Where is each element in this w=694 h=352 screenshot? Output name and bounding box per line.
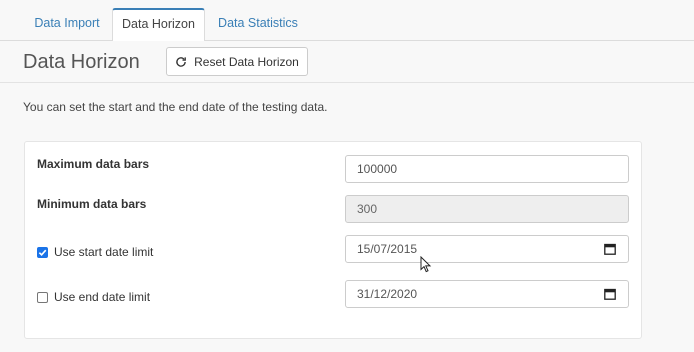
max-bars-label: Maximum data bars <box>37 157 150 171</box>
mouse-cursor-icon <box>420 256 432 273</box>
end-date-checkbox[interactable] <box>37 291 48 303</box>
reset-data-horizon-button[interactable]: Reset Data Horizon <box>166 47 308 76</box>
refresh-icon <box>176 56 187 67</box>
settings-panel: Maximum data bars 100000 Minimum data ba… <box>24 141 642 339</box>
intro-text: You can set the start and the end date o… <box>23 100 328 114</box>
min-bars-input: 300 <box>345 195 629 223</box>
reset-button-label: Reset Data Horizon <box>194 54 299 69</box>
start-date-limit-row[interactable]: Use start date limit <box>37 245 153 259</box>
calendar-icon[interactable] <box>604 243 616 255</box>
start-date-label: Use start date limit <box>54 245 154 259</box>
tab-data-import[interactable]: Data Import <box>24 8 110 41</box>
start-date-value: 15/07/2015 <box>357 242 418 256</box>
max-bars-input[interactable]: 100000 <box>345 155 629 183</box>
tab-bar: Data Import Data Horizon Data Statistics <box>0 0 694 42</box>
page-title: Data Horizon <box>23 51 140 73</box>
check-icon <box>38 249 47 256</box>
start-date-input[interactable]: 15/07/2015 <box>345 235 629 263</box>
tab-data-horizon[interactable]: Data Horizon <box>112 8 205 42</box>
start-date-checkbox[interactable] <box>37 246 48 258</box>
end-date-limit-row[interactable]: Use end date limit <box>37 290 150 304</box>
calendar-icon[interactable] <box>604 288 616 300</box>
min-bars-label: Minimum data bars <box>37 197 147 211</box>
title-bar: Data Horizon Reset Data Horizon <box>0 41 694 83</box>
end-date-label: Use end date limit <box>54 290 151 304</box>
tab-data-statistics[interactable]: Data Statistics <box>208 8 308 41</box>
end-date-value: 31/12/2020 <box>357 287 418 301</box>
end-date-input[interactable]: 31/12/2020 <box>345 280 629 308</box>
